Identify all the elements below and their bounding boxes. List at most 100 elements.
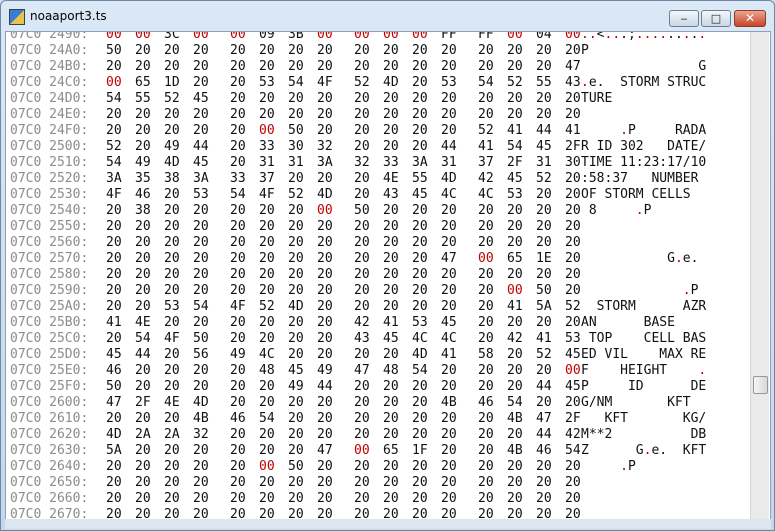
hex-byte[interactable]: 20	[193, 283, 209, 299]
hex-byte[interactable]: 00	[383, 32, 399, 43]
hex-byte[interactable]: 52	[259, 299, 275, 315]
hex-byte[interactable]: 20	[536, 491, 552, 507]
hex-byte[interactable]: 20	[317, 267, 333, 283]
hex-byte[interactable]: 20	[507, 235, 523, 251]
hex-byte[interactable]: 20	[507, 59, 523, 75]
hex-byte[interactable]: 20	[536, 315, 552, 331]
hex-byte[interactable]: 50	[106, 43, 122, 59]
hex-byte[interactable]: 4D	[106, 427, 122, 443]
hex-byte[interactable]: 43	[565, 75, 581, 91]
hex-byte[interactable]: 20	[507, 475, 523, 491]
hex-byte[interactable]: 20	[383, 491, 399, 507]
hex-byte[interactable]: 52	[565, 299, 581, 315]
hex-byte[interactable]: 20	[193, 219, 209, 235]
hex-byte[interactable]: 49	[164, 139, 180, 155]
hex-byte[interactable]: 20	[536, 395, 552, 411]
hex-byte[interactable]: 20	[565, 283, 581, 299]
hex-row[interactable]: 07C0 25B0: 41 4E 20 20 20 20 20 20 42 41 53 45 20 20 20…	[6, 315, 750, 331]
hex-byte[interactable]: 20	[317, 91, 333, 107]
hex-byte[interactable]: 41	[507, 299, 523, 315]
hex-byte[interactable]: 20	[230, 363, 246, 379]
hex-byte[interactable]: 20	[412, 299, 428, 315]
hex-byte[interactable]: 20	[478, 43, 494, 59]
ascii-column[interactable]: .P RADA	[581, 123, 706, 139]
hex-byte[interactable]: 20	[536, 235, 552, 251]
hex-byte[interactable]: 54	[565, 443, 581, 459]
hex-byte[interactable]: 20	[507, 507, 523, 519]
hex-byte[interactable]: 20	[383, 59, 399, 75]
hex-byte[interactable]: 54	[259, 411, 275, 427]
hex-byte[interactable]: 48	[383, 363, 399, 379]
hex-byte[interactable]: 20	[383, 235, 399, 251]
hex-byte[interactable]: 49	[230, 347, 246, 363]
hex-row[interactable]: 07C0 25E0: 46 20 20 20 20 48 45 49 47 48 54 20 20 20 20…	[6, 363, 750, 379]
hex-byte[interactable]: 20	[164, 59, 180, 75]
hex-byte[interactable]: 45	[193, 155, 209, 171]
hex-byte[interactable]: 20	[441, 475, 457, 491]
hex-byte[interactable]: 20	[383, 43, 399, 59]
hex-byte[interactable]: 20	[135, 299, 151, 315]
hex-byte[interactable]: 20	[478, 219, 494, 235]
hex-byte[interactable]: 20	[259, 251, 275, 267]
hex-byte[interactable]: 20	[164, 203, 180, 219]
hex-byte[interactable]: 04	[536, 32, 552, 43]
hex-byte[interactable]: 20	[478, 507, 494, 519]
ascii-column[interactable]: KFT KG/	[581, 411, 706, 427]
hex-byte[interactable]: 47	[106, 395, 122, 411]
hex-byte[interactable]: 20	[259, 235, 275, 251]
ascii-column[interactable]: .P	[581, 459, 636, 475]
hex-byte[interactable]: 20	[317, 123, 333, 139]
hex-byte[interactable]: 20	[354, 251, 370, 267]
hex-byte[interactable]: 20	[164, 379, 180, 395]
hex-row[interactable]: 07C0 2550: 20 20 20 20 20 20 20 20 20 20 20 20 20 20 20…	[6, 219, 750, 235]
hex-row[interactable]: 07C0 2630: 5A 20 20 20 20 20 20 47 00 65 1F 20 20 4B 46…	[6, 443, 750, 459]
hex-byte[interactable]: 20	[354, 139, 370, 155]
hex-byte[interactable]: 4C	[412, 331, 428, 347]
hex-byte[interactable]: 20	[135, 251, 151, 267]
hex-byte[interactable]: 56	[193, 347, 209, 363]
hex-byte[interactable]: 20	[164, 235, 180, 251]
ascii-column[interactable]: OF STORM CELLS	[581, 187, 691, 203]
hex-byte[interactable]: 20	[106, 235, 122, 251]
hex-byte[interactable]: 20	[478, 107, 494, 123]
hex-byte[interactable]: 20	[507, 219, 523, 235]
hex-byte[interactable]: 47	[536, 411, 552, 427]
hex-byte[interactable]: 20	[135, 43, 151, 59]
hex-byte[interactable]: 53	[193, 187, 209, 203]
hex-byte[interactable]: 20	[507, 315, 523, 331]
hex-byte[interactable]: 20	[412, 203, 428, 219]
ascii-column[interactable]: ED VIL MAX RE	[581, 347, 706, 363]
hex-byte[interactable]: 20	[230, 139, 246, 155]
hex-byte[interactable]: 53	[565, 331, 581, 347]
hex-byte[interactable]: 20	[317, 299, 333, 315]
hex-byte[interactable]: 4D	[164, 155, 180, 171]
hex-byte[interactable]: 38	[135, 203, 151, 219]
hex-byte[interactable]: 20	[317, 395, 333, 411]
hex-byte[interactable]: 20	[230, 331, 246, 347]
ascii-column[interactable]: R ID 302 DATE/	[581, 139, 706, 155]
hex-byte[interactable]: 20	[193, 507, 209, 519]
hex-byte[interactable]: 20	[106, 107, 122, 123]
hex-byte[interactable]: 20	[412, 411, 428, 427]
hex-byte[interactable]: 20	[164, 251, 180, 267]
hex-byte[interactable]: 41	[565, 123, 581, 139]
hex-byte[interactable]: 43	[354, 331, 370, 347]
hex-byte[interactable]: 00	[135, 32, 151, 43]
hex-byte[interactable]: 44	[317, 379, 333, 395]
hex-byte[interactable]: 20	[536, 43, 552, 59]
hex-byte[interactable]: 20	[354, 491, 370, 507]
hex-byte[interactable]: 2F	[565, 411, 581, 427]
hex-byte[interactable]: 20	[317, 43, 333, 59]
hex-byte[interactable]: 20	[478, 331, 494, 347]
hex-byte[interactable]: 20	[193, 267, 209, 283]
hex-byte[interactable]: 20	[193, 363, 209, 379]
hex-byte[interactable]: 20	[106, 219, 122, 235]
hex-byte[interactable]: 20	[412, 475, 428, 491]
hex-byte[interactable]: 20	[565, 475, 581, 491]
hex-byte[interactable]: 52	[536, 171, 552, 187]
hex-byte[interactable]: 50	[106, 379, 122, 395]
hex-byte[interactable]: 20	[478, 411, 494, 427]
hex-byte[interactable]: 20	[259, 331, 275, 347]
hex-row[interactable]: 07C0 2540: 20 38 20 20 20 20 20 00 50 20 20 20 20 20 20…	[6, 203, 750, 219]
hex-byte[interactable]: 20	[230, 443, 246, 459]
